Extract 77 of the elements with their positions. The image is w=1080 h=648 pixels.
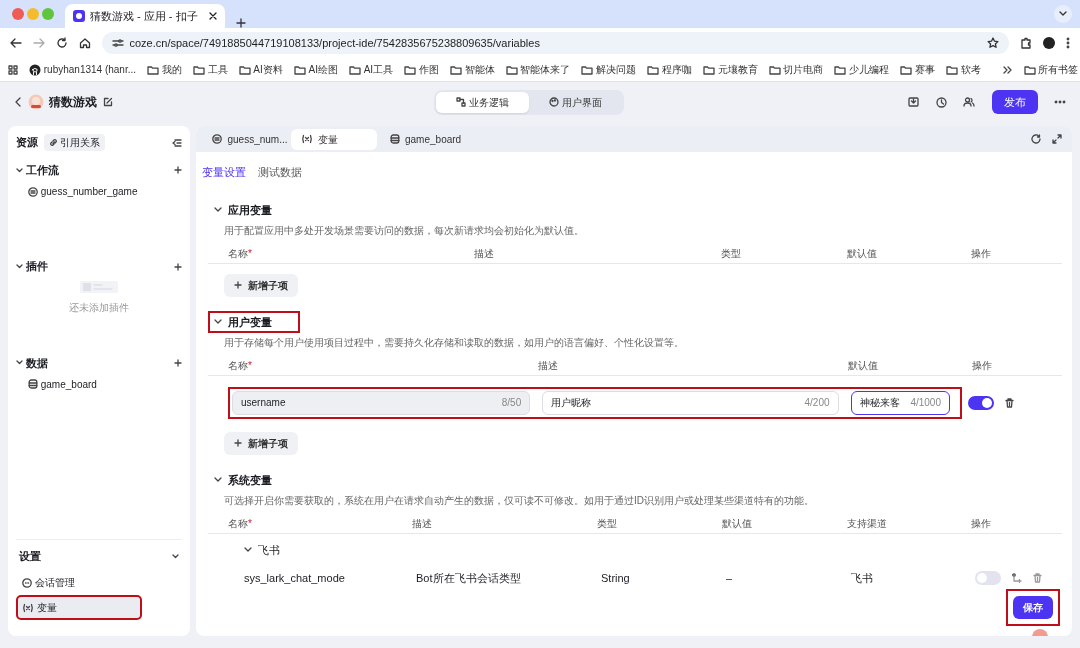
column-header: 默认值 — [848, 358, 878, 373]
section-title: 插件 — [25, 259, 48, 275]
column-header: 类型 — [721, 246, 741, 261]
text-field[interactable]: 神秘来客 4/1000 — [850, 390, 950, 415]
tab-title: 猜数游戏 - 应用 - 扣子 — [90, 8, 199, 24]
column-header: 名称 — [228, 246, 248, 261]
column-header: 操作 — [972, 358, 992, 373]
resource-item[interactable]: game_board — [16, 373, 182, 395]
bookmark-link[interactable]: 程序咖 — [647, 62, 692, 77]
section-description: 用于配置应用中多处开发场景需要访问的数据，每次新请求均会初始化为默认值。 — [223, 224, 585, 238]
group-title: 飞书 — [257, 542, 280, 558]
bookmark-link[interactable]: 解决问题 — [581, 62, 637, 77]
column-header: 默认值 — [847, 246, 877, 261]
table-cell-text: String — [601, 571, 631, 586]
section-title: 工作流 — [25, 163, 59, 178]
bookmark-link[interactable]: 工具 — [192, 62, 228, 77]
editor-tab[interactable]: guess_num... — [202, 128, 288, 150]
publish-button[interactable]: 发布 — [991, 89, 1038, 115]
add-item-button[interactable]: 新增子项 — [224, 273, 298, 297]
editor-tab[interactable]: game_board — [379, 128, 466, 150]
bookmark-link[interactable]: rubyhan1314 (hanr... — [29, 62, 137, 77]
bookmark-link[interactable]: 软考 — [945, 62, 981, 77]
empty-message: 还未添加插件 — [69, 300, 129, 315]
sub-tab[interactable]: 测试数据 — [257, 164, 314, 181]
required-mark: * — [248, 516, 252, 531]
bookmark-link[interactable]: 智能体 — [449, 62, 495, 77]
bookmark-link[interactable]: AI工具 — [348, 62, 394, 77]
save-button[interactable]: 保存 — [1013, 596, 1053, 619]
column-header: 默认值 — [722, 516, 752, 531]
bookmark-link[interactable]: 智能体来了 — [505, 62, 571, 77]
bookmark-link[interactable]: 所有书签 — [1023, 62, 1079, 77]
settings-item[interactable]: 会话管理 — [16, 570, 182, 595]
bookmark-link[interactable]: 我的 — [147, 62, 182, 77]
section-description: 用于存储每个用户使用项目过程中，需要持久化存储和读取的数据，如用户的语言偏好、个性化设置等。 — [223, 336, 685, 350]
bookmark-link[interactable]: AI资料 — [238, 62, 283, 77]
required-mark: * — [248, 358, 252, 373]
column-header: 支持渠道 — [847, 516, 887, 531]
table-cell-text: 飞书 — [851, 571, 874, 586]
section-description: 可选择开启你需要获取的，系统在用户在请求自动产生的数据，仅可读不可修改。如用于通过ID识别用户或处理某些渠道特有的功能。 — [223, 494, 815, 508]
resource-item[interactable]: guess_number_game — [16, 181, 182, 203]
bookmark-link[interactable]: 切片电商 — [768, 62, 824, 77]
sidebar-title: 资源 — [16, 135, 38, 151]
column-header: 描述 — [412, 516, 432, 531]
references-chip[interactable]: 引用关系 — [43, 134, 106, 151]
column-header: 操作 — [971, 516, 991, 531]
section-header[interactable]: 用户变量 — [208, 310, 300, 333]
column-header: 描述 — [538, 358, 558, 373]
column-header: 描述 — [474, 246, 494, 261]
mode-tab[interactable]: 用户界面 — [528, 91, 622, 113]
bookmark-link[interactable]: 元壤教育 — [702, 62, 758, 77]
column-header: 名称 — [228, 358, 248, 373]
table-cell-text: Bot所在飞书会话类型 — [416, 571, 522, 586]
bookmark-link[interactable]: 少儿编程 — [834, 62, 890, 77]
bookmark-link[interactable]: 赛事 — [900, 62, 935, 77]
browser-tab[interactable]: 猜数游戏 - 应用 - 扣子 — [64, 4, 225, 28]
bookmark-link[interactable]: AI绘图 — [293, 62, 338, 77]
text-field[interactable]: 用户昵称 4/200 — [542, 390, 839, 415]
add-item-button[interactable]: 新增子项 — [224, 431, 298, 455]
section-header[interactable]: 应用变量 — [208, 198, 300, 221]
table-cell-text: – — [726, 571, 734, 586]
app-title: 猜数游戏 — [49, 94, 97, 111]
mode-tab[interactable]: 业务逻辑 — [436, 91, 529, 113]
text-field[interactable]: username 8/50 — [232, 390, 531, 415]
column-header: 名称 — [228, 516, 248, 531]
editor-tab[interactable]: 变量 — [290, 128, 377, 150]
section-title: 数据 — [25, 355, 48, 371]
section-header[interactable]: 系统变量 — [208, 468, 300, 491]
column-header: 操作 — [971, 246, 991, 261]
address-bar[interactable]: coze.cn/space/7491885044719108133/project-ide/7542835675238809635/variables — [102, 32, 1009, 54]
bookmark-link[interactable]: 作图 — [404, 62, 439, 77]
sub-tab[interactable]: 变量设置 — [201, 164, 258, 181]
column-header: 类型 — [597, 516, 617, 531]
table-cell-text: sys_lark_chat_mode — [244, 571, 346, 586]
url-text: coze.cn/space/7491885044719108133/project-ide/7542835675238809635/variables — [129, 35, 541, 51]
required-mark: * — [248, 246, 252, 261]
settings-item[interactable]: 变量 — [16, 595, 142, 620]
settings-title: 设置 — [18, 549, 41, 564]
